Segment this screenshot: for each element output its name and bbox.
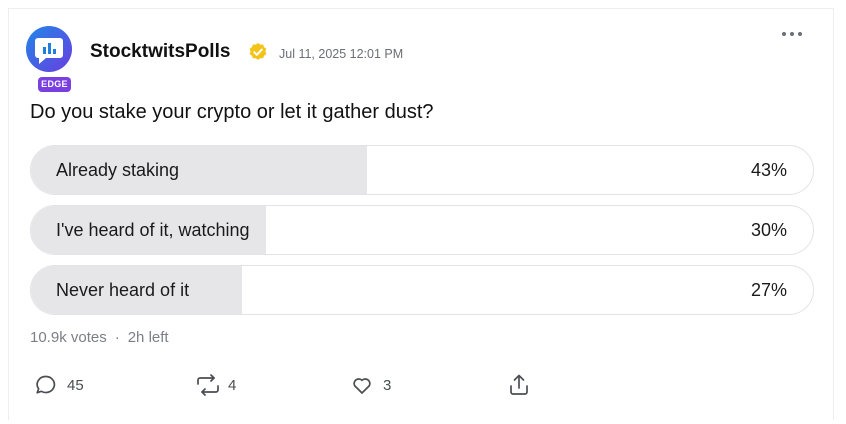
share-icon: [510, 374, 528, 395]
username[interactable]: StocktwitsPolls: [90, 41, 230, 63]
comment-count: 45: [67, 377, 84, 394]
heart-icon: [353, 378, 371, 394]
verified-check-icon: [249, 43, 267, 60]
avatar[interactable]: [26, 26, 72, 72]
repost-count: 4: [228, 377, 237, 394]
poll-option-percent: 43%: [750, 160, 787, 180]
more-dots-icon[interactable]: [780, 26, 804, 42]
poll-option-label: Never heard of it: [56, 280, 190, 300]
chat-bubble-bar-chart-icon: [35, 38, 63, 64]
meta-separator: ·: [114, 329, 120, 346]
time-left: 2h left: [127, 329, 169, 346]
repost-icon: [197, 374, 219, 396]
poll-option[interactable]: Already staking 43%: [30, 145, 814, 195]
like-count: 3: [383, 377, 392, 394]
poll-option[interactable]: Never heard of it 27%: [30, 265, 814, 315]
poll-meta: 10.9k votes · 2h left: [30, 329, 169, 346]
poll-option[interactable]: I've heard of it, watching 30%: [30, 205, 814, 255]
edge-badge: EDGE: [38, 77, 71, 92]
poll-option-percent: 27%: [750, 280, 787, 300]
vote-count: 10.9k votes: [30, 329, 107, 346]
poll-option-label: Already staking: [56, 160, 180, 180]
comment-icon: [36, 375, 56, 394]
poll-option-percent: 30%: [750, 220, 787, 240]
poll-question: Do you stake your crypto or let it gathe…: [30, 101, 434, 123]
poll-option-label: I've heard of it, watching: [56, 220, 250, 240]
post-timestamp: Jul 11, 2025 12:01 PM: [279, 47, 404, 61]
